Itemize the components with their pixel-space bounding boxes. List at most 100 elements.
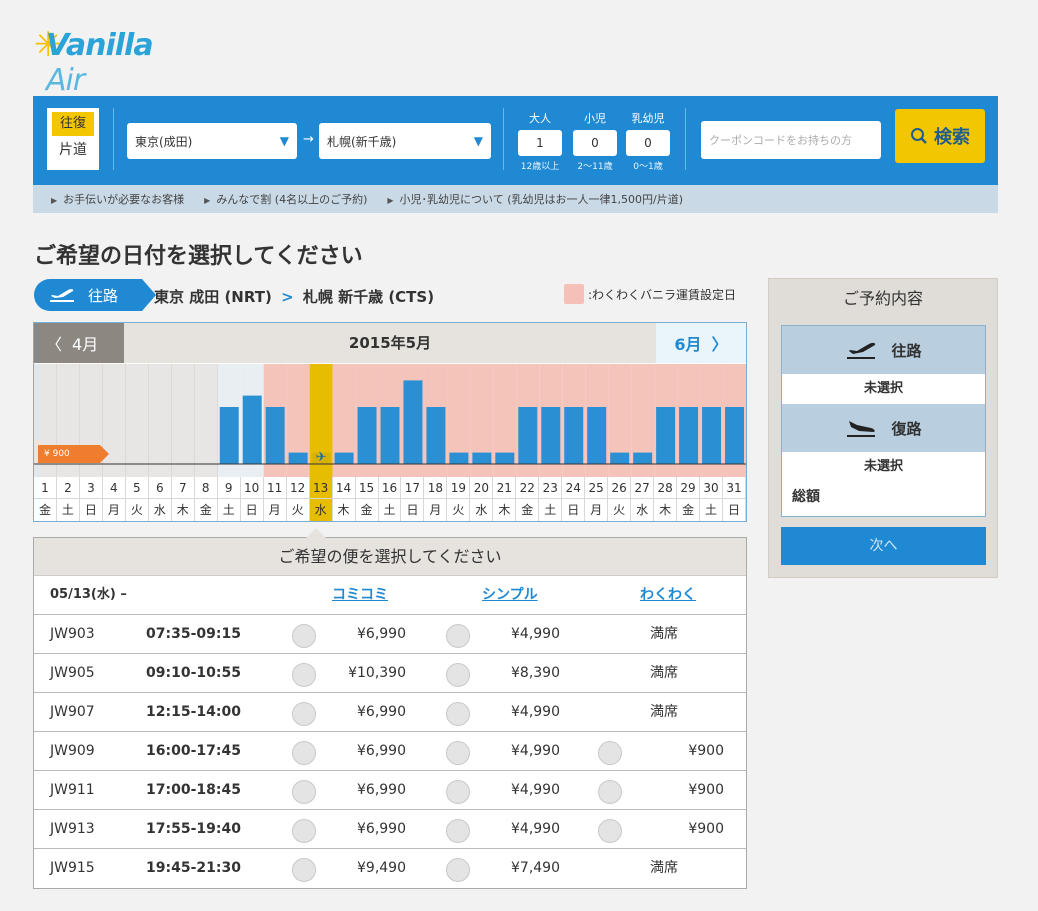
day-cell[interactable]: 15 金: [355, 477, 379, 521]
day-weekday: 木: [659, 503, 672, 517]
day-cell[interactable]: 1金: [34, 477, 57, 521]
day-cell[interactable]: 11 月: [263, 477, 287, 521]
fare-bar[interactable]: [449, 452, 469, 464]
direction-label: 往路: [88, 286, 119, 305]
simple-radio[interactable]: [446, 702, 470, 726]
roundtrip-toggle[interactable]: 往復: [52, 112, 94, 136]
day-cell[interactable]: 10 日: [240, 477, 264, 521]
day-cell[interactable]: 8金: [194, 477, 218, 521]
komikomi-price: ¥9,490: [357, 860, 406, 876]
fare-bar[interactable]: [679, 407, 699, 464]
simple-radio[interactable]: [446, 780, 470, 804]
day-cell[interactable]: 24 日: [562, 477, 586, 521]
fare-bar[interactable]: [426, 407, 446, 464]
wakuwaku-soldout: 満席: [650, 860, 678, 876]
fare-bar[interactable]: [725, 407, 744, 464]
day-number: 19: [447, 477, 470, 499]
day-cell[interactable]: 18 月: [424, 477, 448, 521]
fare-bar[interactable]: [403, 380, 423, 464]
day-cell[interactable]: 3日: [79, 477, 103, 521]
fare-komikomi-link[interactable]: コミコミ: [332, 576, 388, 614]
next-month-button[interactable]: 6月 〉: [656, 323, 746, 363]
fare-bar[interactable]: [518, 407, 538, 464]
day-cell[interactable]: 31 日: [723, 477, 746, 521]
day-cell[interactable]: 2土: [56, 477, 80, 521]
group-discount-link[interactable]: みんなで割 (4名以上のご予約): [204, 191, 367, 207]
vanilla-air-logo[interactable]: ✳ Vanilla Air: [32, 18, 192, 98]
day-cell[interactable]: 13 水: [309, 477, 333, 521]
fare-bar[interactable]: [219, 407, 239, 464]
day-cell[interactable]: 14 木: [332, 477, 356, 521]
komikomi-radio[interactable]: [292, 624, 316, 648]
day-cell[interactable]: 21 木: [493, 477, 517, 521]
destination-select[interactable]: 札幌(新千歳) ▼: [319, 123, 491, 159]
fare-bar[interactable]: [265, 407, 285, 464]
day-cell[interactable]: 22 金: [516, 477, 540, 521]
simple-radio[interactable]: [446, 819, 470, 843]
assistance-link[interactable]: お手伝いが必要なお客様: [51, 191, 184, 207]
fare-bar[interactable]: [633, 452, 653, 464]
child-input[interactable]: 0: [573, 130, 617, 156]
komikomi-radio[interactable]: [292, 819, 316, 843]
day-weekday: 火: [452, 503, 465, 517]
fare-wakuwaku-link[interactable]: わくわく: [640, 576, 696, 614]
fare-bar[interactable]: [656, 407, 676, 464]
komikomi-radio[interactable]: [292, 858, 316, 882]
simple-price: ¥4,990: [511, 626, 560, 642]
day-cell[interactable]: 12 火: [286, 477, 310, 521]
adult-input[interactable]: 1: [518, 130, 562, 156]
day-cell[interactable]: 16 土: [378, 477, 402, 521]
fare-bar[interactable]: [541, 407, 561, 464]
komikomi-radio[interactable]: [292, 702, 316, 726]
day-cell[interactable]: 9土: [217, 477, 241, 521]
fare-bar[interactable]: [495, 452, 515, 464]
day-cell[interactable]: 27 水: [631, 477, 655, 521]
simple-radio[interactable]: [446, 741, 470, 765]
day-cell[interactable]: 23 土: [539, 477, 563, 521]
day-cell[interactable]: 6水: [148, 477, 172, 521]
komikomi-radio[interactable]: [292, 780, 316, 804]
day-cell[interactable]: 7木: [171, 477, 195, 521]
day-cell[interactable]: 25 月: [585, 477, 609, 521]
day-cell[interactable]: 20 水: [470, 477, 494, 521]
simple-radio[interactable]: [446, 624, 470, 648]
simple-radio[interactable]: [446, 858, 470, 882]
coupon-input[interactable]: クーポンコードをお持ちの方: [701, 121, 881, 159]
search-button[interactable]: 検索: [895, 109, 985, 163]
day-cell[interactable]: 28 木: [654, 477, 678, 521]
day-weekday: 土: [383, 503, 396, 517]
day-cell[interactable]: 30 土: [700, 477, 724, 521]
flight-row: JW915 19:45-21:30 ¥9,490 ¥7,490 満席: [34, 849, 746, 888]
komikomi-radio[interactable]: [292, 741, 316, 765]
fare-bar[interactable]: [610, 452, 630, 464]
fare-bar[interactable]: [288, 452, 308, 464]
next-button[interactable]: 次へ: [781, 527, 986, 565]
fare-bar[interactable]: [334, 452, 354, 464]
fare-bar[interactable]: [702, 407, 722, 464]
fare-bar[interactable]: [472, 452, 492, 464]
origin-select[interactable]: 東京(成田) ▼: [127, 123, 297, 159]
infant-input[interactable]: 0: [626, 130, 670, 156]
wakuwaku-radio[interactable]: [598, 819, 622, 843]
day-cell[interactable]: 26 火: [608, 477, 632, 521]
fare-bar[interactable]: [380, 407, 400, 464]
day-cell[interactable]: 29 金: [677, 477, 701, 521]
day-cell[interactable]: 4月: [102, 477, 126, 521]
day-cell[interactable]: 19 火: [447, 477, 471, 521]
day-cell[interactable]: 5火: [125, 477, 149, 521]
fare-simple-link[interactable]: シンプル: [482, 576, 538, 614]
day-weekday: 火: [291, 503, 304, 517]
fare-bar[interactable]: [242, 395, 262, 464]
fare-bar[interactable]: [587, 407, 607, 464]
oneway-toggle[interactable]: 片道: [47, 136, 99, 164]
prev-month-button[interactable]: 〈 4月: [34, 323, 124, 363]
day-cell[interactable]: 17 日: [401, 477, 425, 521]
komikomi-radio[interactable]: [292, 663, 316, 687]
fare-bar[interactable]: [564, 407, 584, 464]
child-infant-link[interactable]: 小児･乳幼児について (乳幼児はお一人一律1,500円/片道): [387, 191, 683, 207]
wakuwaku-radio[interactable]: [598, 780, 622, 804]
simple-radio[interactable]: [446, 663, 470, 687]
simple-price: ¥4,990: [511, 821, 560, 837]
wakuwaku-radio[interactable]: [598, 741, 622, 765]
fare-bar[interactable]: [357, 407, 377, 464]
